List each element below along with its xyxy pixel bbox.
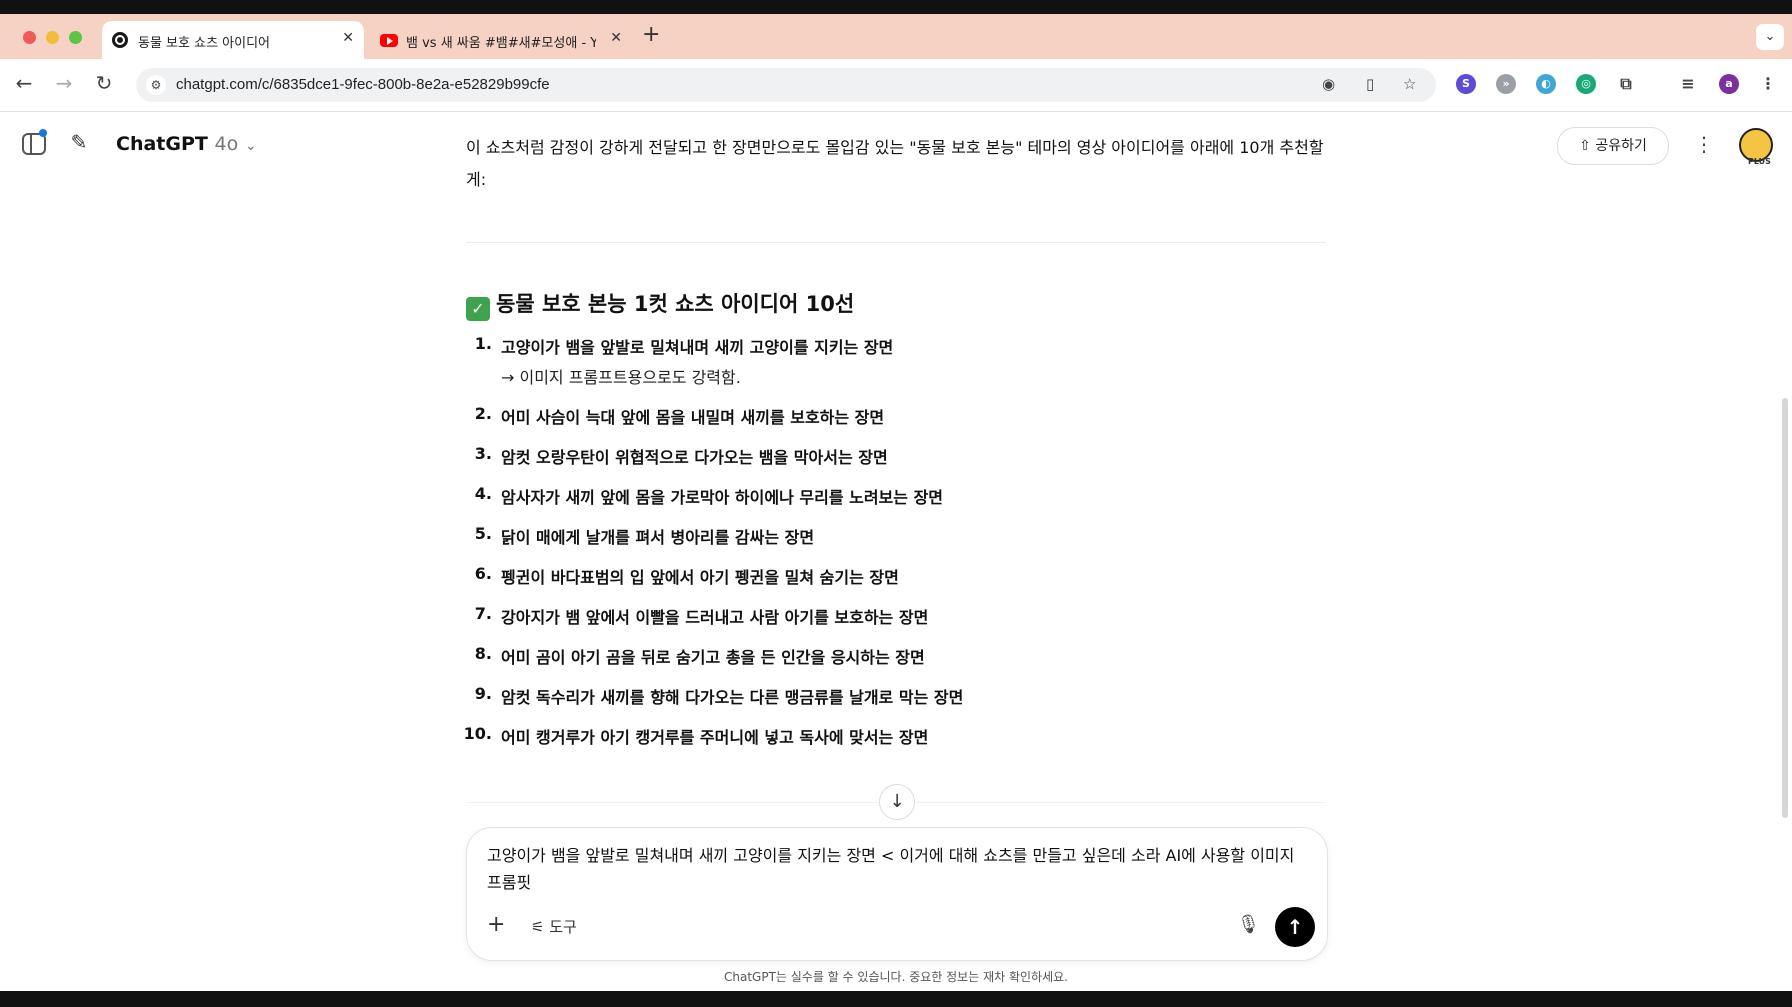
list-text: 강아지가 뱀 앞에서 이빨을 드러내고 사람 아기를 보호하는 장면 (501, 608, 929, 627)
share-label: 공유하기 (1595, 138, 1647, 154)
list-number: 8. (474, 644, 492, 663)
plan-badge: PLUS (1748, 157, 1771, 166)
list-text: 어미 곰이 아기 곰을 뒤로 숨기고 총을 든 인간을 응시하는 장면 (501, 648, 925, 667)
youtube-icon (380, 34, 398, 47)
list-number: 1. (474, 334, 492, 353)
list-number: 9. (474, 684, 492, 703)
address-bar[interactable]: ⚙ chatgpt.com/c/6835dce1-9fec-800b-8e2a-… (136, 68, 1436, 102)
extension-s-icon[interactable]: S (1456, 74, 1476, 94)
tab-close-icon[interactable]: ✕ (342, 30, 354, 46)
scrollbar[interactable] (1782, 398, 1788, 818)
bookmark-star-icon[interactable]: ☆ (1403, 75, 1416, 93)
extension-icon[interactable]: ◐ (1536, 74, 1556, 94)
model-version: 4o (214, 133, 239, 155)
list-text: 펭귄이 바다표범의 입 앞에서 아기 펭귄을 밀쳐 숨기는 장면 (501, 568, 899, 587)
window-close-button[interactable] (23, 31, 36, 44)
list-text: 고양이가 뱀을 앞발로 밀쳐내며 새끼 고양이를 지키는 장면 (501, 338, 894, 357)
list-subtext: → 이미지 프롬프트용으로도 강력함. (501, 368, 741, 387)
list-item: 7. 강아지가 뱀 앞에서 이빨을 드러내고 사람 아기를 보호하는 장면 (456, 604, 1336, 644)
forward-icon[interactable]: → (52, 71, 76, 95)
check-mark-icon: ✓ (466, 297, 490, 321)
disclaimer-text: ChatGPT는 실수를 할 수 있습니다. 중요한 정보는 재차 확인하세요. (724, 970, 1068, 984)
chevron-down-icon: ⌄ (244, 138, 257, 154)
extensions-puzzle-icon[interactable]: ⧉ (1616, 74, 1636, 94)
extension-icon[interactable]: » (1496, 74, 1516, 94)
back-icon[interactable]: ← (12, 71, 36, 95)
list-item: 1. 고양이가 뱀을 앞발로 밀쳐내며 새끼 고양이를 지키는 장면 → 이미지… (456, 334, 1336, 404)
arrow-up-icon: ↑ (1286, 915, 1304, 939)
prompt-input[interactable]: 고양이가 뱀을 앞발로 밀쳐내며 새끼 고양이를 지키는 장면 < 이거에 대해… (487, 842, 1307, 896)
section-heading: ✓ 동물 보호 본능 1컷 쇼츠 아이디어 10선 (466, 288, 854, 321)
browser-menu-icon[interactable]: ⋮ (1758, 74, 1778, 94)
list-text: 어미 캥거루가 아기 캥거루를 주머니에 넣고 독사에 맞서는 장면 (501, 728, 929, 747)
tools-label: 도구 (549, 918, 577, 936)
share-button[interactable]: ⇧ 공유하기 (1557, 127, 1669, 165)
tab-search-button[interactable]: ⌄ (1756, 24, 1784, 50)
list-text: 닭이 매에게 날개를 펴서 병아리를 감싸는 장면 (501, 528, 815, 547)
tab-close-icon[interactable]: ✕ (610, 30, 622, 46)
url-text[interactable]: chatgpt.com/c/6835dce1-9fec-800b-8e2a-e5… (176, 76, 550, 93)
list-number: 4. (474, 484, 492, 503)
model-selector[interactable]: ChatGPT 4o ⌄ (116, 133, 257, 155)
microphone-icon[interactable]: 🎙 (1237, 914, 1260, 935)
window-minimize-button[interactable] (46, 31, 59, 44)
sliders-icon: ⚟ (531, 918, 545, 936)
tools-button[interactable]: ⚟ 도구 (531, 916, 577, 937)
assistant-intro-text: 이 쇼츠처럼 감정이 강하게 전달되고 한 장면만으로도 몰입감 있는 "동물 … (466, 138, 1324, 189)
screen-top-border (0, 0, 1792, 14)
new-tab-button[interactable]: + (642, 22, 660, 47)
list-item: 10. 어미 캥거루가 아기 캥거루를 주머니에 넣고 독사에 맞서는 장면 (456, 724, 1336, 764)
list-text: 암컷 독수리가 새끼를 향해 다가오는 다른 맹금류를 날개로 막는 장면 (501, 688, 964, 707)
list-number: 10. (463, 724, 492, 743)
list-text: 어미 사슴이 늑대 앞에 몸을 내밀며 새끼를 보호하는 장면 (501, 408, 885, 427)
profile-avatar[interactable]: a (1719, 74, 1739, 94)
list-item: 5. 닭이 매에게 날개를 펴서 병아리를 감싸는 장면 (456, 524, 1336, 564)
attach-plus-icon[interactable]: + (487, 912, 505, 937)
upload-icon: ⇧ (1579, 138, 1591, 154)
list-number: 3. (474, 444, 492, 463)
page-icon[interactable]: ▯ (1366, 75, 1374, 93)
divider (466, 242, 1326, 243)
arrow-down-icon: ↓ (889, 791, 905, 812)
list-item: 9. 암컷 독수리가 새끼를 향해 다가오는 다른 맹금류를 날개로 막는 장면 (456, 684, 1336, 724)
tab-title: 동물 보호 쇼츠 아이디어 (138, 36, 270, 51)
list-item: 3. 암컷 오랑우탄이 위협적으로 다가오는 뱀을 막아서는 장면 (456, 444, 1336, 484)
list-number: 7. (474, 604, 492, 623)
list-number: 6. (474, 564, 492, 583)
scroll-to-bottom-button[interactable]: ↓ (879, 784, 915, 820)
media-controls-icon[interactable]: ≡ (1678, 74, 1698, 94)
list-item: 8. 어미 곰이 아기 곰을 뒤로 숨기고 총을 든 인간을 응시하는 장면 (456, 644, 1336, 684)
send-button[interactable]: ↑ (1275, 907, 1315, 947)
list-number: 2. (474, 404, 492, 423)
site-settings-icon[interactable]: ⚙ (146, 75, 166, 95)
extension-icon[interactable]: ◎ (1576, 74, 1596, 94)
browser-tabstrip: 동물 보호 쇼츠 아이디어 ✕ 뱀 vs 새 싸움 #뱀#새#모성애 - Yo … (0, 14, 1792, 59)
browser-tab-active[interactable]: 동물 보호 쇼츠 아이디어 ✕ (102, 21, 364, 59)
list-item: 4. 암사자가 새끼 앞에 몸을 가로막아 하이에나 무리를 노려보는 장면 (456, 484, 1336, 524)
new-chat-icon[interactable]: ✎ (66, 130, 92, 156)
idea-list: 1. 고양이가 뱀을 앞발로 밀쳐내며 새끼 고양이를 지키는 장면 → 이미지… (456, 334, 1336, 764)
chatgpt-app: ✎ ChatGPT 4o ⌄ ⇧ 공유하기 ⋮ PLUS 이 쇼츠처럼 감정이 … (0, 112, 1792, 991)
notification-dot (39, 129, 47, 137)
browser-toolbar: ← → ↻ ⚙ chatgpt.com/c/6835dce1-9fec-800b… (0, 59, 1792, 112)
chatgpt-icon (112, 32, 128, 48)
list-text: 암사자가 새끼 앞에 몸을 가로막아 하이에나 무리를 노려보는 장면 (501, 488, 944, 507)
more-options-icon[interactable]: ⋮ (1694, 132, 1714, 156)
tab-title: 뱀 vs 새 싸움 #뱀#새#모성애 - Yo (406, 36, 596, 51)
reload-icon[interactable]: ↻ (92, 71, 116, 95)
list-item: 2. 어미 사슴이 늑대 앞에 몸을 내밀며 새끼를 보호하는 장면 (456, 404, 1336, 444)
list-text: 암컷 오랑우탄이 위협적으로 다가오는 뱀을 막아서는 장면 (501, 448, 888, 467)
lens-icon[interactable]: ◉ (1322, 75, 1335, 93)
section-title-text: 동물 보호 본능 1컷 쇼츠 아이디어 10선 (496, 292, 855, 316)
list-item: 6. 펭귄이 바다표범의 입 앞에서 아기 펭귄을 밀쳐 숨기는 장면 (456, 564, 1336, 604)
list-number: 5. (474, 524, 492, 543)
browser-tab[interactable]: 뱀 vs 새 싸움 #뱀#새#모성애 - Yo ✕ (370, 21, 632, 59)
window-zoom-button[interactable] (69, 31, 82, 44)
model-name: ChatGPT (116, 133, 208, 155)
message-composer[interactable]: 고양이가 뱀을 앞발로 밀쳐내며 새끼 고양이를 지키는 장면 < 이거에 대해… (466, 827, 1328, 961)
screen-bottom-border (0, 991, 1792, 1007)
